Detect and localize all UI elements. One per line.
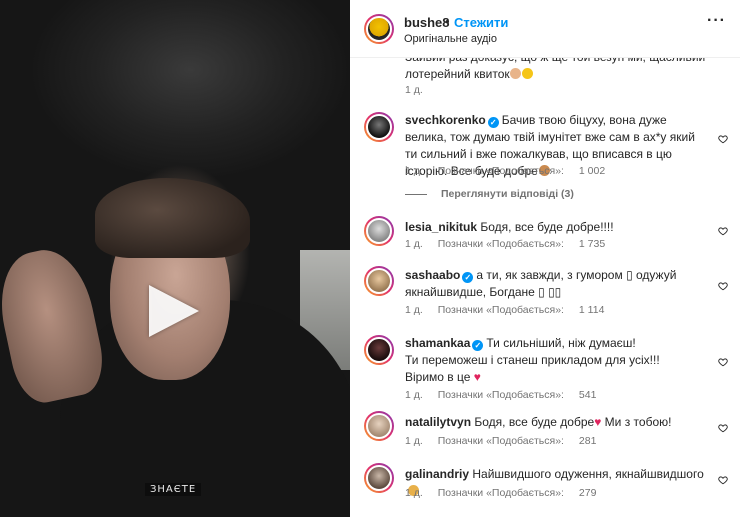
comment-time[interactable]: 1 д. (405, 84, 423, 96)
comment-text: sashaabo ✓ а ти, як завжди, з гумором ▯ од… (405, 268, 677, 299)
play-icon[interactable] (149, 285, 199, 337)
comment-meta: 1 д. Позначки «Подобається»: 1 002 (405, 165, 629, 177)
comment-meta: 1 д. Позначки «Подобається»: 1 114 (405, 304, 628, 316)
comment-meta: 1 д. Позначки «Подобається»: 541 (405, 389, 620, 401)
like-heart-icon[interactable] (718, 134, 728, 144)
comment-likes[interactable]: Позначки «Подобається»: 541 (438, 389, 609, 401)
commenter-avatar[interactable] (364, 112, 394, 142)
comment-likes[interactable]: Позначки «Подобається»: 1 002 (438, 165, 617, 177)
like-heart-icon[interactable] (718, 357, 728, 367)
comment-username[interactable]: natalilytvyn (405, 415, 471, 429)
commenter-avatar[interactable] (364, 411, 394, 441)
comment-meta: 1 д. (405, 84, 435, 96)
comment-username[interactable]: galinandriy (405, 467, 469, 481)
post-header: bushe8 • Стежити Оригінальне аудіо ··· (350, 0, 740, 58)
commenter-avatar[interactable] (364, 216, 394, 246)
view-replies-button[interactable]: Переглянути відповіді (3) (405, 188, 574, 200)
separator-dot: • (445, 14, 450, 29)
comment-text: Зайвий раз доказує, що ж ще той везун ми… (405, 58, 710, 83)
audio-label[interactable]: Оригінальне аудіо (404, 33, 497, 45)
video-caption: ЗНАЄТЕ (145, 483, 202, 496)
comment-time[interactable]: 1 д. (405, 165, 423, 177)
red-heart-emoji: ♥ (470, 370, 481, 384)
person-hair (95, 178, 250, 258)
person-hand (0, 242, 110, 408)
commenter-avatar[interactable] (364, 463, 394, 493)
author-avatar[interactable] (364, 14, 394, 44)
verified-icon: ✓ (487, 117, 499, 128)
video-player[interactable]: ЗНАЄТЕ (0, 0, 350, 517)
comment-text: natalilytvyn Бодя, все буде добре♥ Ми з … (405, 415, 672, 429)
comments-list[interactable]: Зайвий раз доказує, що ж ще той везун ми… (350, 58, 740, 517)
author-username[interactable]: bushe8 (404, 15, 450, 30)
post-side-panel: bushe8 • Стежити Оригінальне аудіо ··· З… (350, 0, 740, 517)
comment-username[interactable]: sashaabo (405, 268, 460, 282)
comment-username[interactable]: shamankaa (405, 336, 470, 350)
verified-icon: ✓ (472, 340, 484, 351)
like-heart-icon[interactable] (718, 423, 728, 433)
comment-meta: 1 д. Позначки «Подобається»: 1 735 (405, 238, 629, 250)
like-heart-icon[interactable] (718, 226, 728, 236)
comment-likes[interactable]: Позначки «Подобається»: 281 (438, 435, 609, 447)
comment-likes[interactable]: Позначки «Подобається»: 1 114 (438, 304, 617, 316)
more-options-icon[interactable]: ··· (707, 12, 726, 30)
commenter-avatar[interactable] (364, 335, 394, 365)
commenter-avatar[interactable] (364, 266, 394, 296)
comment-meta: 1 д. Позначки «Подобається»: 279 (405, 487, 620, 499)
verified-icon: ✓ (462, 272, 474, 283)
comment-time[interactable]: 1 д. (405, 487, 423, 499)
comment-text: shamankaa ✓ Ти сильніший, ніж думаєш! Ти п… (405, 336, 660, 384)
comment-likes[interactable]: Позначки «Подобається»: 279 (438, 487, 609, 499)
follow-button[interactable]: Стежити (454, 15, 508, 30)
like-heart-icon[interactable] (718, 281, 728, 291)
comment-time[interactable]: 1 д. (405, 304, 423, 316)
comment-text: lesia_nikituk Бодя, все буде добре!!!! (405, 220, 614, 234)
comment-username[interactable]: svechkorenko (405, 113, 486, 127)
comment-username[interactable]: lesia_nikituk (405, 220, 477, 234)
comment-likes[interactable]: Позначки «Подобається»: 1 735 (438, 238, 617, 250)
comment-time[interactable]: 1 д. (405, 238, 423, 250)
like-heart-icon[interactable] (718, 475, 728, 485)
comment-time[interactable]: 1 д. (405, 389, 423, 401)
comment-meta: 1 д. Позначки «Подобається»: 281 (405, 435, 620, 447)
comment-time[interactable]: 1 д. (405, 435, 423, 447)
